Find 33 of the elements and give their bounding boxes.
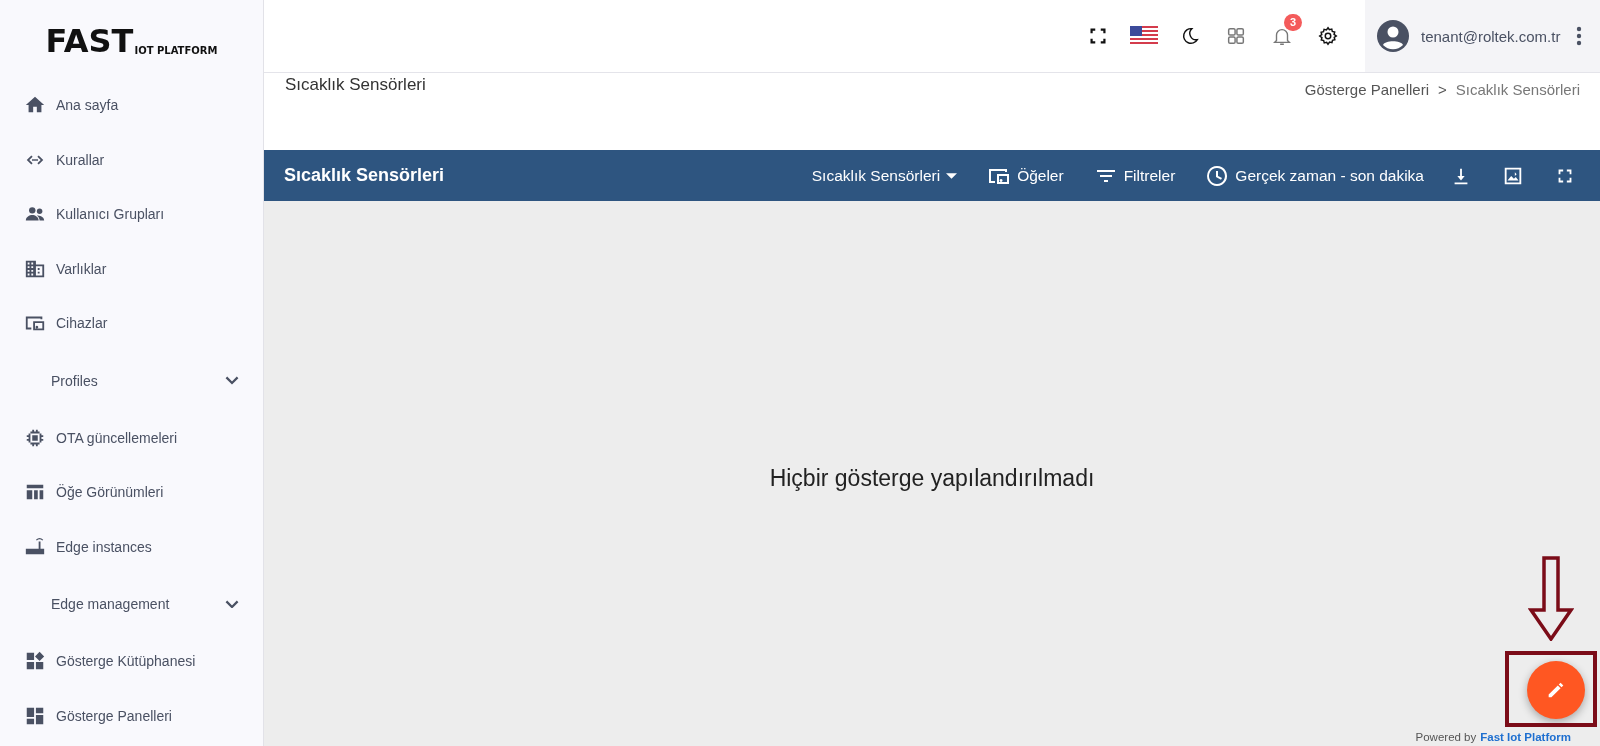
breadcrumb-item[interactable]: Gösterge Panelleri [1304, 81, 1429, 101]
entities-button[interactable]: Öğeler [987, 159, 1064, 192]
sidebar-item[interactable]: Kullanıcı Grupları [0, 187, 263, 242]
sidebar-item[interactable]: OTA güncellemeleri [0, 410, 263, 465]
more-icon[interactable] [1576, 26, 1582, 46]
timewindow-button[interactable]: Gerçek zaman - son dakika [1205, 159, 1424, 192]
sidebar-item[interactable]: Kurallar [0, 132, 263, 187]
filters-button[interactable]: Filtreler [1093, 159, 1176, 192]
notification-badge: 3 [1284, 14, 1302, 31]
sidebar-item[interactable]: Gösterge Panelleri [0, 688, 263, 743]
empty-message: Hiçbir gösterge yapılandırılmadı [769, 465, 1095, 492]
footer-text: Powered by [1415, 731, 1477, 743]
user-menu[interactable]: tenant@roltek.com.tr [1365, 0, 1600, 72]
breadcrumb-item: Sıcaklık Sensörleri [1455, 81, 1580, 100]
clock-icon [1205, 163, 1230, 188]
sidebar-section[interactable]: Profiles [0, 350, 263, 411]
user-email: tenant@roltek.com.tr [1421, 27, 1562, 45]
dashboard-title: Sıcaklık Sensörleri [284, 165, 446, 186]
avatar-icon [1377, 20, 1409, 52]
state-select[interactable]: Sıcaklık Sensörleri [811, 162, 958, 189]
breadcrumb-separator: > [1438, 81, 1447, 100]
footer-link[interactable]: Fast Iot Platform [1480, 731, 1571, 743]
sidebar-item[interactable]: Ana sayfa [0, 78, 263, 133]
page-title: Sıcaklık Sensörleri [285, 75, 426, 96]
sidebar-item[interactable]: Cihazlar [0, 296, 263, 351]
sidebar-section[interactable]: Edge management [0, 574, 263, 634]
logo: FASTIOT PLATFORM [44, 21, 219, 62]
sidebar-item[interactable]: Gösterge Kütüphanesi [0, 634, 263, 689]
sidebar-item[interactable]: Varlıklar [0, 241, 263, 296]
edit-button[interactable] [1527, 661, 1585, 719]
caret-icon [946, 172, 958, 179]
sidebar-item[interactable]: Edge instances [0, 519, 263, 574]
sidebar-item[interactable]: Öğe Görünümleri [0, 465, 263, 520]
